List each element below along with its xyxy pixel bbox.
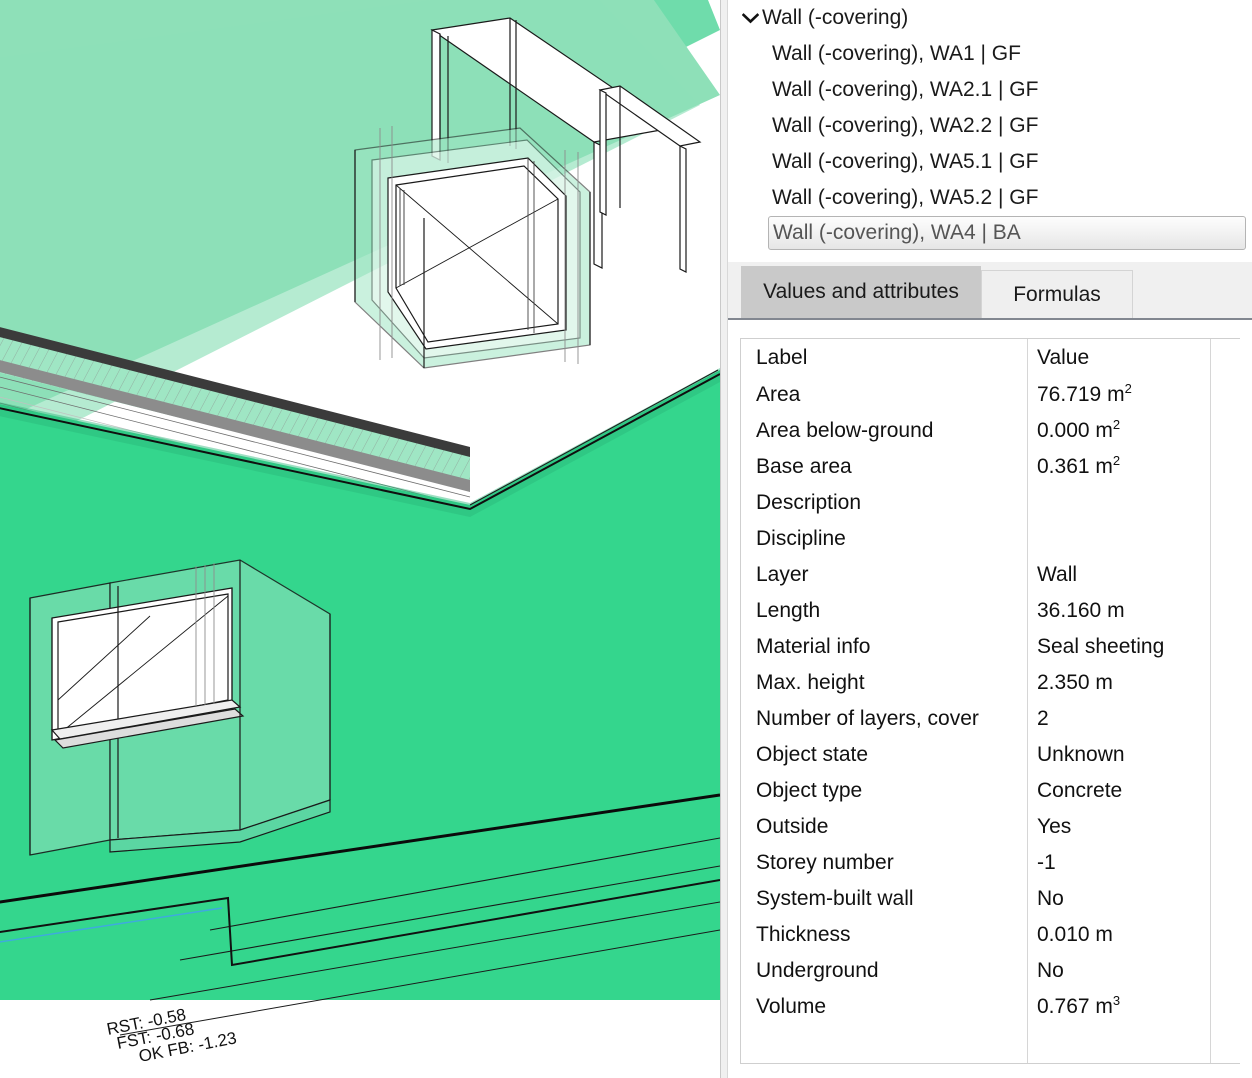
table-row[interactable]: Outside Yes (741, 809, 1240, 845)
row-value: Wall (1037, 563, 1078, 586)
row-value: Unknown (1037, 743, 1125, 766)
row-label: Description (756, 491, 862, 514)
row-value: 2.350 m (1037, 671, 1113, 694)
row-label: Storey number (756, 851, 894, 874)
tab-underline (728, 318, 1252, 320)
tab-label: Formulas (1013, 283, 1101, 306)
model-viewport-3d[interactable]: RST: -0.58 FST: -0.68 OK FB: -1.23 (0, 0, 720, 1078)
tree-item-wa4-selected[interactable]: Wall (-covering), WA4 | BA (768, 216, 1246, 250)
row-value: 0.010 m (1037, 923, 1113, 946)
row-label: Object type (756, 779, 863, 802)
table-row[interactable]: Length 36.160 m (741, 593, 1240, 629)
properties-panel: Wall (-covering) Wall (-covering), WA1 |… (728, 0, 1252, 1078)
window-upper (354, 126, 591, 369)
model-canvas[interactable]: RST: -0.58 FST: -0.68 OK FB: -1.23 (0, 0, 720, 1078)
table-row[interactable]: Number of layers, cover 2 (741, 701, 1240, 737)
table-row[interactable]: System-built wall No (741, 881, 1240, 917)
row-value: No (1037, 887, 1064, 910)
table-row[interactable]: Base area 0.361 m2 (741, 449, 1240, 485)
row-label: Base area (756, 455, 852, 478)
row-value: Seal sheeting (1037, 635, 1165, 658)
tab-strip-filler (1133, 270, 1252, 319)
row-label: System-built wall (756, 887, 914, 910)
table-row[interactable]: Underground No (741, 953, 1240, 989)
tab-formulas[interactable]: Formulas (981, 270, 1133, 318)
table-row[interactable]: Layer Wall (741, 557, 1240, 593)
row-label: Thickness (756, 923, 851, 946)
tree-item-wa2-2[interactable]: Wall (-covering), WA2.2 | GF (728, 108, 1252, 144)
row-value: No (1037, 959, 1064, 982)
row-label: Discipline (756, 527, 846, 550)
row-value: 76.719 m2 (1037, 381, 1132, 406)
tree-item-label: Wall (-covering), WA4 | BA (773, 221, 1021, 244)
row-label: Volume (756, 995, 827, 1018)
table-row[interactable]: Description (741, 485, 1240, 521)
row-label: Number of layers, cover (756, 707, 979, 730)
row-label: Length (756, 599, 821, 622)
tab-values-and-attributes[interactable]: Values and attributes (741, 266, 981, 318)
window-lower (29, 559, 331, 856)
tab-label: Values and attributes (763, 280, 959, 303)
row-value: 36.160 m (1037, 599, 1125, 622)
row-label: Material info (756, 635, 871, 658)
object-tree[interactable]: Wall (-covering) Wall (-covering), WA1 |… (728, 0, 1252, 254)
row-value: 0.361 m2 (1037, 453, 1121, 478)
table-row[interactable]: Material info Seal sheeting (741, 629, 1240, 665)
table-row[interactable]: Object state Unknown (741, 737, 1240, 773)
table-row[interactable]: Object type Concrete (741, 773, 1240, 809)
table-row[interactable]: Area 76.719 m2 (741, 377, 1240, 413)
row-value: 0.767 m3 (1037, 993, 1121, 1018)
tree-item-wa5-2[interactable]: Wall (-covering), WA5.2 | GF (728, 180, 1252, 216)
row-label: Layer (756, 563, 809, 586)
table-row[interactable]: Volume 0.767 m3 (741, 989, 1240, 1025)
table-row[interactable]: Thickness 0.010 m (741, 917, 1240, 953)
tab-strip: Values and attributes Formulas (728, 262, 1252, 320)
row-label: Outside (756, 815, 829, 838)
row-value: 2 (1037, 707, 1049, 730)
table-row[interactable]: Discipline (741, 521, 1240, 557)
tree-item-wa1[interactable]: Wall (-covering), WA1 | GF (728, 36, 1252, 72)
tree-item-label: Wall (-covering), WA2.2 | GF (772, 114, 1039, 137)
table-row[interactable]: Max. height 2.350 m (741, 665, 1240, 701)
column-header-label: Label (756, 346, 808, 369)
row-label: Underground (756, 959, 879, 982)
table-header-row: Label Value (741, 339, 1240, 377)
tree-root-label: Wall (-covering) (762, 6, 909, 29)
tree-item-label: Wall (-covering), WA1 | GF (772, 42, 1021, 65)
row-label: Area (756, 383, 801, 406)
tree-item-wa2-1[interactable]: Wall (-covering), WA2.1 | GF (728, 72, 1252, 108)
bim-properties-window: RST: -0.58 FST: -0.68 OK FB: -1.23 Wall … (0, 0, 1252, 1078)
tree-item-label: Wall (-covering), WA5.2 | GF (772, 186, 1039, 209)
chevron-down-icon[interactable] (738, 0, 762, 36)
table-row[interactable]: Area below-ground 0.000 m2 (741, 413, 1240, 449)
panel-splitter[interactable] (720, 0, 728, 1078)
row-label: Area below-ground (756, 419, 934, 442)
tree-root-wall-covering[interactable]: Wall (-covering) (728, 0, 1252, 36)
row-value: Yes (1037, 815, 1072, 838)
row-label: Object state (756, 743, 869, 766)
row-value: 0.000 m2 (1037, 417, 1121, 442)
tree-item-label: Wall (-covering), WA5.1 | GF (772, 150, 1039, 173)
row-label: Max. height (756, 671, 865, 694)
row-value: Concrete (1037, 779, 1123, 802)
attributes-table[interactable]: Label Value Area 76.719 m2 Area below-gr… (740, 338, 1240, 1064)
tree-item-wa5-1[interactable]: Wall (-covering), WA5.1 | GF (728, 144, 1252, 180)
tree-item-label: Wall (-covering), WA2.1 | GF (772, 78, 1039, 101)
table-row[interactable]: Storey number -1 (741, 845, 1240, 881)
row-value: -1 (1037, 851, 1056, 874)
column-header-value: Value (1037, 346, 1090, 369)
